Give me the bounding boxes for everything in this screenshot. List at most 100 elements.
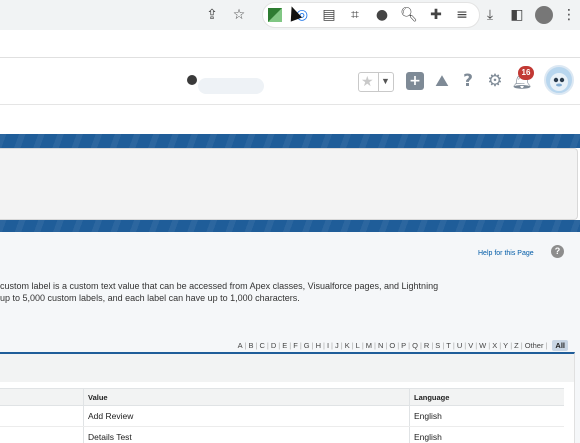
language-cell: English [414,432,442,442]
description-line: custom label is a custom text value that… [0,281,439,291]
alpha-filter-o[interactable]: O [389,341,395,350]
favorites-star-icon: ★ [361,74,374,90]
alpha-separator: | [488,341,491,350]
alpha-filter-y[interactable]: Y [503,341,508,350]
notification-badge: 16 [518,66,534,80]
profile-avatar-icon[interactable] [535,6,553,24]
alpha-separator: | [244,341,247,350]
chat-icon[interactable]: ● [373,6,391,24]
language-column-header[interactable]: Language [410,389,564,405]
alpha-filter-u[interactable]: U [457,341,462,350]
alpha-separator: | [331,341,333,350]
alpha-separator: | [442,341,445,350]
alpha-separator: | [351,341,354,350]
custom-labels-table: Value Language Add Review English Detail… [0,388,564,443]
bookmark-star-icon[interactable]: ☆ [230,6,248,24]
playlist-icon[interactable]: ≡ [453,6,471,24]
value-column-header[interactable]: Value [84,389,410,405]
alpha-filter-t[interactable]: T [446,341,451,350]
alpha-filter-f[interactable]: F [293,341,298,350]
alpha-filter-v[interactable]: V [468,341,473,350]
search-extension-icon[interactable]: 🔍︎ [400,6,418,24]
description-line: up to 5,000 custom labels, and each labe… [0,293,300,303]
alpha-filter-m[interactable]: M [366,341,372,350]
page-header [0,148,578,220]
alpha-filter-w[interactable]: W [479,341,486,350]
extension-green-icon[interactable] [266,6,284,24]
table-header: Value Language [0,388,564,406]
chevron-down-icon: ▼ [381,76,390,86]
alpha-separator: | [499,341,502,350]
alpha-separator: | [289,341,292,350]
alpha-separator: | [431,341,434,350]
alpha-filter-s[interactable]: S [435,341,440,350]
alpha-filter-g[interactable]: G [304,341,310,350]
action-cell [0,427,84,443]
alpha-separator: | [278,341,281,350]
value-cell: Add Review [84,406,410,426]
alpha-separator: | [419,341,422,350]
alpha-filter-i[interactable]: I [327,341,329,350]
divider [378,73,379,91]
alpha-separator: | [475,341,478,350]
help-icon[interactable]: ? [460,71,476,91]
alpha-separator: | [374,341,376,350]
alpha-filter-a[interactable]: A [238,341,243,350]
favorites-button[interactable]: ★ ▼ [358,72,394,92]
download-icon[interactable]: ⤓ [481,6,499,24]
help-circle-icon[interactable]: ? [551,245,564,258]
alpha-separator: | [510,341,513,350]
kebab-menu-icon[interactable]: ⋮ [560,6,578,24]
alpha-filter-z[interactable]: Z [514,341,519,350]
trailhead-icon[interactable]: ⛰ [432,71,452,91]
brand-band-lower [0,220,580,232]
alpha-separator: | [545,341,548,350]
browser-toolbar: ⇪ ☆ ◎ ▤ ⌗ ● 🔍︎ ✚ ≡ ⤓ ◧ ⋮ [0,0,580,30]
brand-band [0,134,580,148]
global-header: ★ ▼ + ⛰ ? ⚙ 🔔︎ [0,58,580,105]
alpha-separator: | [322,341,325,350]
help-link[interactable]: Help for this Page [478,250,534,257]
alpha-filter-e[interactable]: E [282,341,287,350]
search-input[interactable] [198,78,264,94]
alpha-filter-l[interactable]: L [356,341,360,350]
alpha-filter-d[interactable]: D [271,341,276,350]
alpha-filter-all[interactable]: All [552,340,568,351]
alpha-filter-p[interactable]: P [401,341,406,350]
alpha-filter-c[interactable]: C [260,341,265,350]
alpha-filter-r[interactable]: R [424,341,429,350]
alpha-filter-q[interactable]: Q [412,341,418,350]
alpha-filter-other[interactable]: Other [525,341,544,350]
alpha-separator: | [408,341,411,350]
alpha-filter-b[interactable]: B [249,341,254,350]
avatar[interactable] [544,65,574,95]
alpha-separator: | [385,341,388,350]
bookmarks-bar [0,30,580,58]
alpha-separator: | [299,341,302,350]
alpha-filter-h[interactable]: H [316,341,321,350]
alpha-separator: | [255,341,258,350]
alpha-filter-j[interactable]: J [335,341,339,350]
add-icon[interactable]: + [406,72,424,90]
page-description: custom label is a custom text value that… [0,280,530,304]
search-icon[interactable] [187,75,197,85]
alpha-separator: | [361,341,364,350]
alpha-separator: | [311,341,314,350]
puzzle-icon[interactable]: ✚ [427,6,445,24]
gear-icon[interactable]: ⚙ [485,71,505,91]
table-row: Details Test English [0,427,564,443]
alpha-separator: | [452,341,455,350]
alpha-filter-k[interactable]: K [345,341,350,350]
alpha-separator: | [397,341,400,350]
list-toolbar [0,354,574,382]
action-column-header [0,389,84,405]
crop-icon[interactable]: ⌗ [346,6,364,24]
alpha-separator: | [520,341,523,350]
language-cell: English [414,411,442,421]
alpha-filter-n[interactable]: N [378,341,383,350]
extension-window-icon[interactable]: ▤ [320,6,338,24]
alpha-filter-x[interactable]: X [492,341,497,350]
alpha-separator: | [340,341,343,350]
share-icon[interactable]: ⇪ [203,6,221,24]
sidepanel-icon[interactable]: ◧ [508,6,526,24]
